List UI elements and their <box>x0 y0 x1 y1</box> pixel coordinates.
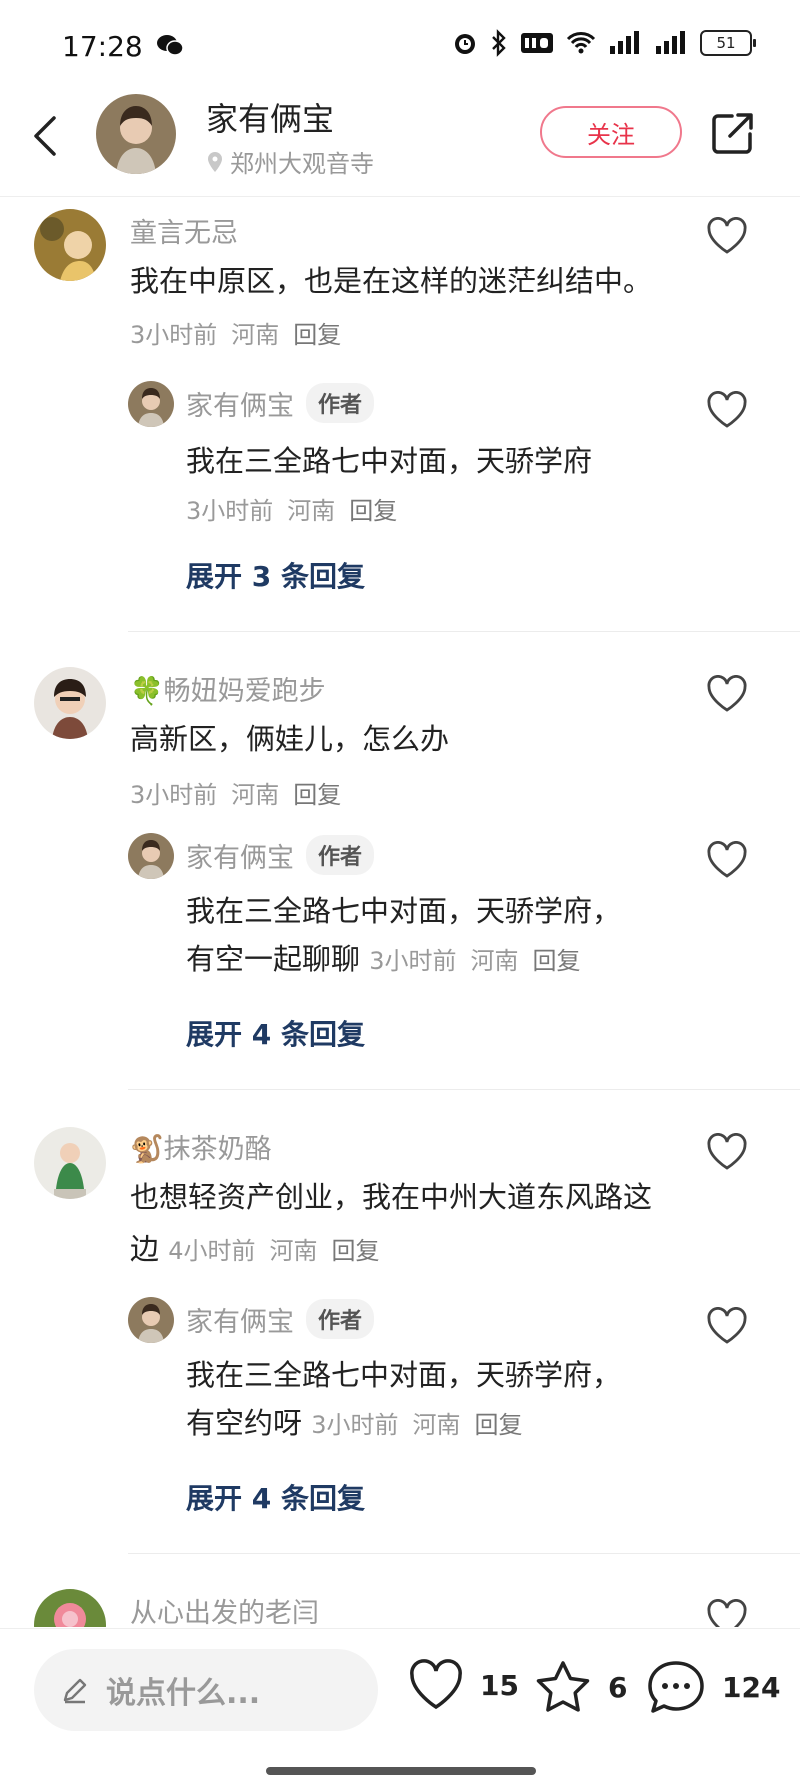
commenter-avatar[interactable] <box>34 1127 106 1199</box>
comment-list[interactable]: 童言无忌 我在中原区，也是在这样的迷茫纠结中。 3小时前 河南 回复 家有俩宝 作者… <box>0 197 800 1627</box>
star-icon <box>536 1661 590 1712</box>
author-badge: 作者 <box>306 383 375 423</box>
reply-author[interactable]: 家有俩宝 作者 <box>186 383 375 423</box>
author-badge: 作者 <box>306 835 375 875</box>
comment-region: 河南 <box>231 321 280 349</box>
comment-input[interactable]: 说点什么... <box>34 1649 378 1731</box>
reply-link[interactable]: 回复 <box>533 947 581 975</box>
reply-time: 3小时前 <box>311 1411 399 1439</box>
comment-region: 河南 <box>269 1237 318 1265</box>
reply-region: 河南 <box>412 1411 461 1439</box>
divider <box>128 631 800 632</box>
pencil-icon <box>63 1678 87 1704</box>
reply-link[interactable]: 回复 <box>349 497 397 525</box>
location-pin-icon <box>208 151 222 172</box>
reply-meta: 3小时前 河南 回复 <box>311 1411 536 1439</box>
like-count: 15 <box>480 1668 519 1702</box>
commenter-name[interactable]: 🍀畅妞妈爱跑步 <box>130 669 326 708</box>
favorite-count: 6 <box>608 1670 628 1704</box>
reply-author[interactable]: 家有俩宝 作者 <box>186 835 375 875</box>
reply-region: 河南 <box>287 497 336 525</box>
heart-icon[interactable] <box>706 675 748 713</box>
home-indicator[interactable] <box>266 1767 536 1775</box>
comment-count: 124 <box>722 1670 781 1704</box>
reply-time: 3小时前 <box>369 947 457 975</box>
comment-icon <box>648 1661 704 1713</box>
heart-icon[interactable] <box>706 391 748 429</box>
comment-text: 高新区，俩娃儿，怎么办 <box>130 722 450 756</box>
comment-text: 也想轻资产创业，我在中州大道东风路这边 4小时前 河南 回复 <box>130 1171 670 1277</box>
reply-link[interactable]: 回复 <box>293 321 341 349</box>
comment-time: 3小时前 <box>130 321 218 349</box>
expand-replies-button[interactable]: 展开 4 条回复 <box>186 1013 365 1053</box>
battery-indicator: 51 <box>700 30 756 56</box>
reply-link[interactable]: 回复 <box>332 1237 380 1265</box>
bluetooth-icon <box>492 29 506 57</box>
expand-replies-button[interactable]: 展开 3 条回复 <box>186 555 365 595</box>
status-icons: 51 <box>452 28 756 58</box>
wifi-icon <box>566 32 596 54</box>
heart-icon <box>410 1659 462 1710</box>
author-badge: 作者 <box>306 1299 375 1339</box>
follow-button[interactable]: 关注 <box>540 106 682 158</box>
reply-text: 我在三全路七中对面，天骄学府，有空一起聊聊 3小时前 河南 回复 <box>186 887 646 985</box>
commenter-avatar[interactable] <box>34 667 106 739</box>
reply-meta: 3小时前 河南 回复 <box>186 491 411 526</box>
back-icon[interactable] <box>30 114 60 158</box>
commenter-avatar[interactable] <box>34 1589 106 1627</box>
share-icon[interactable] <box>710 110 756 156</box>
commenter-name[interactable]: 🐒抹茶奶酪 <box>130 1127 272 1166</box>
status-bar: 17:28 51 <box>0 0 800 80</box>
status-time: 17:28 <box>62 30 143 63</box>
heart-icon[interactable] <box>706 841 748 879</box>
commenter-name[interactable]: 童言无忌 <box>130 211 238 250</box>
heart-icon[interactable] <box>706 1307 748 1345</box>
alarm-icon <box>455 34 475 54</box>
comment-time: 4小时前 <box>168 1237 256 1265</box>
heart-icon[interactable] <box>706 1599 748 1627</box>
commenter-avatar[interactable] <box>34 209 106 281</box>
comment-meta: 3小时前 河南 回复 <box>130 775 355 810</box>
reply-author-name: 家有俩宝 <box>186 390 294 422</box>
divider <box>128 1553 800 1554</box>
reply-link[interactable]: 回复 <box>293 781 341 809</box>
heart-icon[interactable] <box>706 217 748 255</box>
reply-region: 河南 <box>470 947 519 975</box>
author-reply-avatar[interactable] <box>128 381 174 427</box>
location-text: 郑州大观音寺 <box>230 150 374 178</box>
reply-author-name: 家有俩宝 <box>186 1306 294 1338</box>
reply-text: 我在三全路七中对面，天骄学府 <box>186 444 593 478</box>
reply-meta: 3小时前 河南 回复 <box>369 947 594 975</box>
comment-input-placeholder: 说点什么... <box>106 1676 261 1711</box>
like-button[interactable]: 15 <box>408 1659 519 1711</box>
author-avatar[interactable] <box>96 94 176 174</box>
comment-meta: 4小时前 河南 回复 <box>168 1237 393 1265</box>
reply-author[interactable]: 家有俩宝 作者 <box>186 1299 375 1339</box>
bottom-action-bar: 说点什么... 15 6 124 <box>0 1628 800 1789</box>
comment-count-button[interactable]: 124 <box>646 1659 780 1715</box>
heart-icon[interactable] <box>706 1133 748 1171</box>
post-header: 家有俩宝 郑州大观音寺 关注 <box>0 80 800 197</box>
favorite-button[interactable]: 6 <box>534 1659 627 1715</box>
reply-text: 我在三全路七中对面，天骄学府，有空约呀 3小时前 河南 回复 <box>186 1351 646 1449</box>
expand-replies-button[interactable]: 展开 4 条回复 <box>186 1477 365 1517</box>
comment-region: 河南 <box>231 781 280 809</box>
reply-author-name: 家有俩宝 <box>186 842 294 874</box>
signal-icon <box>610 31 639 54</box>
divider <box>128 1089 800 1090</box>
reply-time: 3小时前 <box>186 497 274 525</box>
comment-body: 我在中原区，也是在这样的迷茫纠结中。 <box>130 264 653 298</box>
commenter-name[interactable]: 从心出发的老闫 <box>130 1591 319 1627</box>
author-reply-avatar[interactable] <box>128 1297 174 1343</box>
wechat-icon <box>157 35 184 56</box>
post-location[interactable]: 郑州大观音寺 <box>206 144 374 179</box>
author-reply-avatar[interactable] <box>128 833 174 879</box>
reply-link[interactable]: 回复 <box>475 1411 523 1439</box>
comment-text: 我在中原区，也是在这样的迷茫纠结中。 3小时前 河南 回复 <box>130 255 670 361</box>
comment-time: 3小时前 <box>130 781 218 809</box>
comment-meta: 3小时前 河南 回复 <box>130 321 355 349</box>
signal-icon-2 <box>656 31 685 54</box>
author-name[interactable]: 家有俩宝 <box>206 94 334 140</box>
hd-icon <box>521 33 553 53</box>
